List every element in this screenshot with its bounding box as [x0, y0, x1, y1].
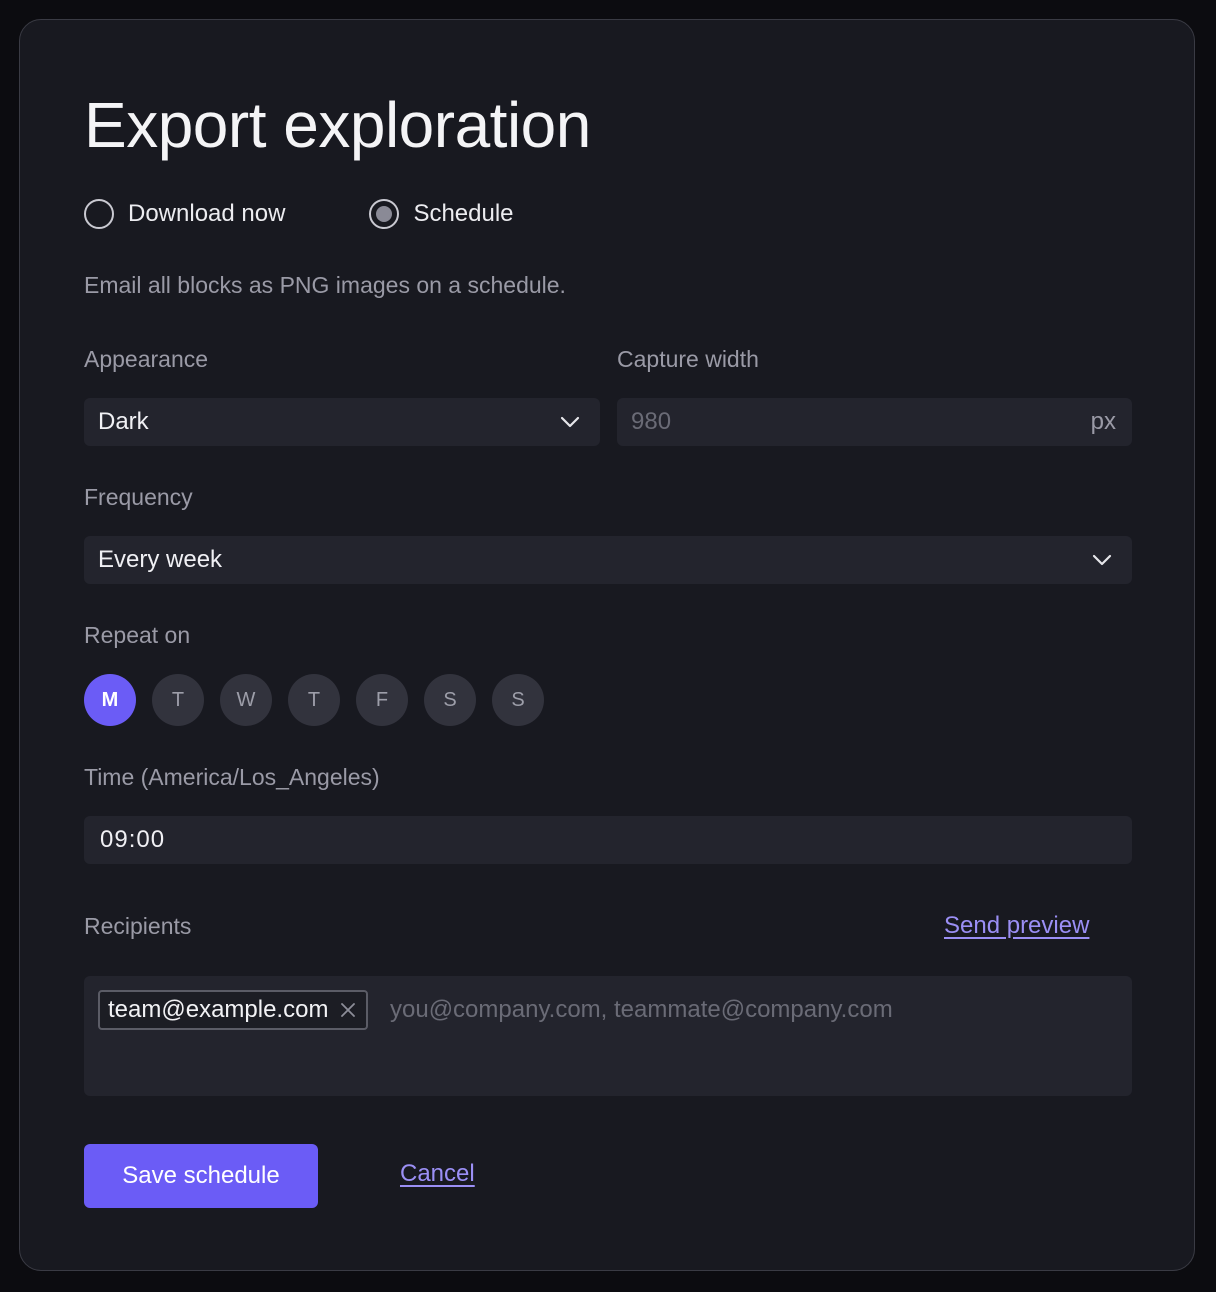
- frequency-label: Frequency: [84, 484, 193, 510]
- frequency-select[interactable]: Every week: [84, 536, 1132, 584]
- repeat-on-label: Repeat on: [84, 622, 191, 648]
- radio-download-now[interactable]: Download now: [84, 199, 285, 229]
- radio-checked-icon[interactable]: [369, 199, 400, 229]
- radio-label-download-now: Download now: [128, 200, 286, 227]
- frequency-value: Every week: [98, 546, 223, 573]
- day-toggle-monday[interactable]: M: [84, 674, 136, 726]
- radio-schedule[interactable]: Schedule: [369, 199, 514, 229]
- radio-dot: [376, 206, 393, 222]
- appearance-value: Dark: [98, 408, 149, 435]
- recipients-label: Recipients: [84, 913, 192, 939]
- recipient-chip-email: team@example.com: [108, 996, 329, 1023]
- cancel-link[interactable]: Cancel: [400, 1160, 475, 1188]
- time-value: 09:00: [100, 826, 166, 853]
- recipient-chip: team@example.com: [98, 990, 369, 1030]
- recipients-input[interactable]: [390, 990, 1110, 1030]
- schedule-description: Email all blocks as PNG images on a sche…: [84, 272, 566, 298]
- chevron-down-icon: [560, 416, 580, 428]
- day-toggle-thursday[interactable]: T: [288, 674, 340, 726]
- day-toggle-wednesday[interactable]: W: [220, 674, 272, 726]
- day-toggle-saturday[interactable]: S: [424, 674, 476, 726]
- save-schedule-button[interactable]: Save schedule: [84, 1144, 318, 1208]
- appearance-label: Appearance: [84, 346, 209, 372]
- close-icon[interactable]: [338, 1000, 358, 1020]
- recipients-field[interactable]: team@example.com: [84, 976, 1132, 1096]
- export-dialog: Export exploration Download now Schedule…: [19, 19, 1195, 1271]
- capture-width-unit: px: [1090, 408, 1116, 435]
- capture-width-placeholder: 980: [631, 408, 672, 435]
- dialog-title: Export exploration: [84, 89, 591, 161]
- time-label: Time (America/Los_Angeles): [84, 764, 380, 790]
- send-preview-link[interactable]: Send preview: [944, 912, 1089, 940]
- appearance-select[interactable]: Dark: [84, 398, 600, 446]
- radio-unchecked-icon[interactable]: [84, 199, 114, 229]
- day-toggle-friday[interactable]: F: [356, 674, 408, 726]
- time-input[interactable]: 09:00: [84, 816, 1132, 864]
- chevron-down-icon: [1092, 554, 1112, 566]
- capture-width-input[interactable]: 980 px: [617, 398, 1132, 446]
- day-toggle-sunday[interactable]: S: [492, 674, 544, 726]
- capture-width-label: Capture width: [617, 346, 759, 372]
- day-toggle-tuesday[interactable]: T: [152, 674, 204, 726]
- radio-label-schedule: Schedule: [413, 200, 514, 227]
- export-mode-radio-group: Download now Schedule: [84, 196, 514, 232]
- weekday-picker: M T W T F S S: [84, 674, 560, 726]
